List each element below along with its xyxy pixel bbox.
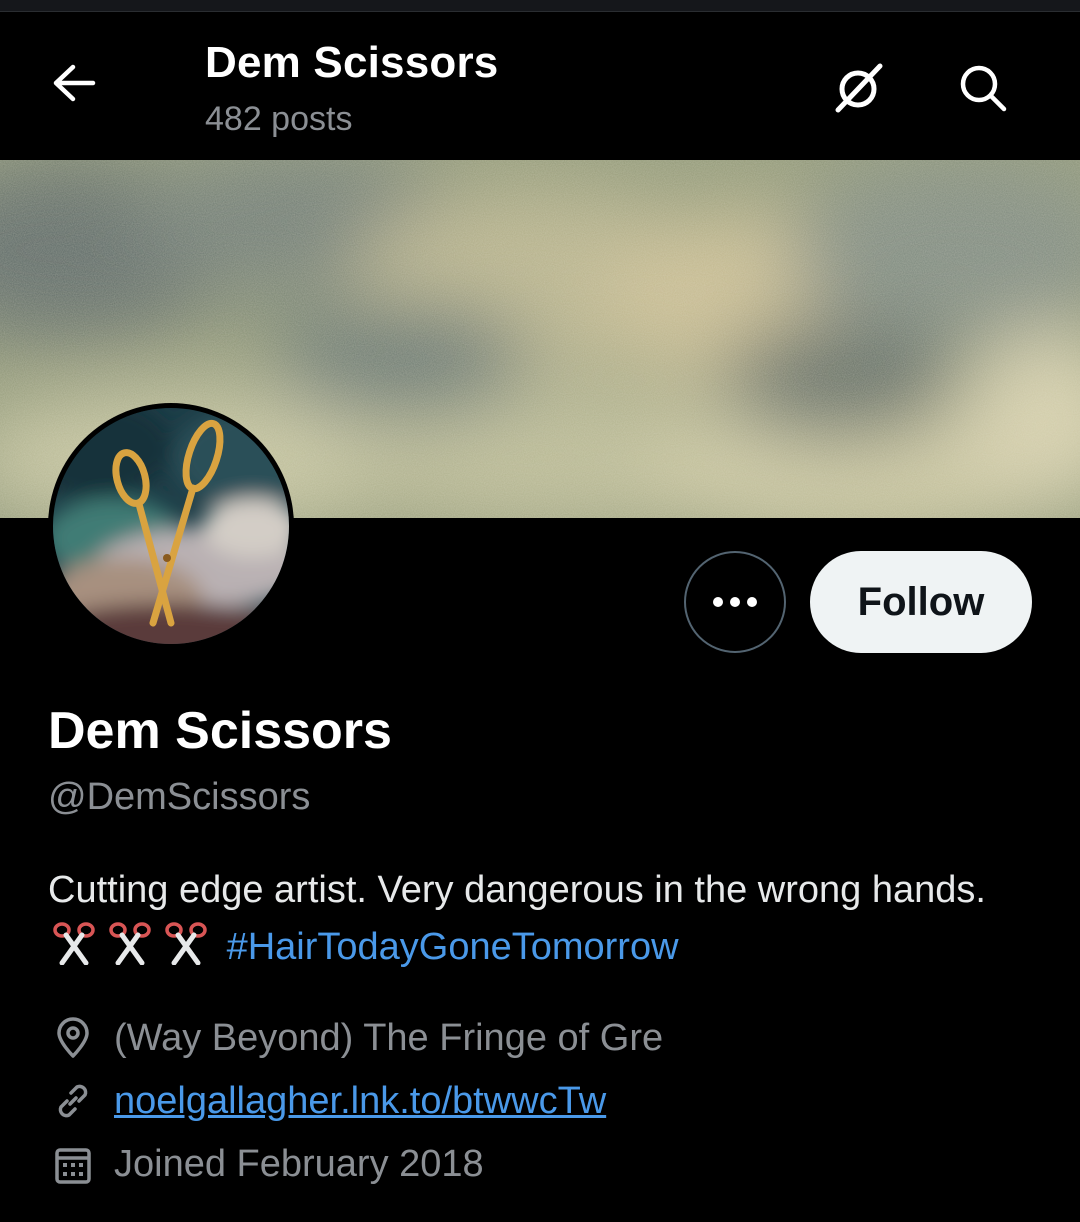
profile-joined-date: Joined February 2018 — [48, 1139, 484, 1189]
profile-handle: @DemScissors — [48, 776, 311, 818]
profile-bio: Cutting edge artist. Very dangerous in t… — [48, 862, 1038, 976]
more-options-button[interactable] — [684, 551, 786, 653]
scissors-emoji — [165, 922, 207, 965]
location-text: (Way Beyond) The Fringe of Gre — [114, 1016, 664, 1059]
link-icon — [48, 1076, 98, 1126]
status-bar-edge — [0, 0, 1080, 12]
grok-icon — [835, 63, 883, 113]
calendar-icon — [48, 1139, 98, 1189]
location-pin-icon — [48, 1013, 98, 1063]
bio-hashtag-link[interactable]: #HairTodayGoneTomorrow — [227, 926, 679, 968]
profile-header-bar: Dem Scissors 482 posts — [0, 12, 1080, 160]
profile-avatar[interactable] — [48, 403, 294, 649]
profile-website: noelgallagher.lnk.to/btwwcTw — [48, 1076, 606, 1126]
website-link[interactable]: noelgallagher.lnk.to/btwwcTw — [114, 1080, 606, 1123]
joined-text: Joined February 2018 — [114, 1142, 484, 1185]
scissors-emoji — [53, 922, 95, 965]
arrow-left-icon — [53, 64, 96, 102]
header-title: Dem Scissors — [205, 38, 499, 87]
scissors-emoji-group — [48, 922, 227, 968]
search-icon — [960, 65, 1007, 112]
avatar-image — [53, 408, 289, 644]
search-button[interactable] — [950, 56, 1016, 120]
profile-display-name: Dem Scissors — [48, 702, 392, 760]
profile-location: (Way Beyond) The Fringe of Gre — [48, 1013, 663, 1063]
post-count: 482 posts — [205, 100, 353, 138]
bio-text: Cutting edge artist. Very dangerous in t… — [48, 869, 986, 911]
scissors-emoji — [109, 922, 151, 965]
back-button[interactable] — [44, 58, 104, 108]
grok-button[interactable] — [826, 56, 890, 120]
follow-button[interactable]: Follow — [810, 551, 1032, 653]
more-horizontal-icon — [713, 597, 757, 607]
